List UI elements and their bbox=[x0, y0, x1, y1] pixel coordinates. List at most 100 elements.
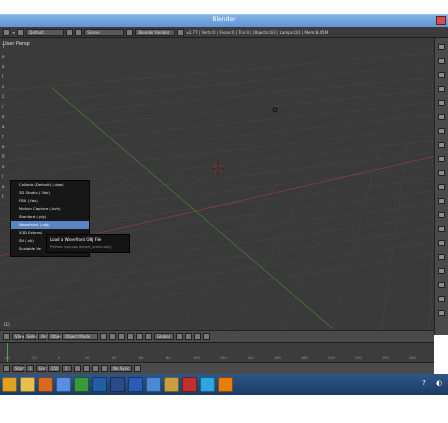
property-tab-icon[interactable] bbox=[438, 114, 445, 120]
layers-icon[interactable] bbox=[176, 333, 183, 340]
add-layout-icon[interactable] bbox=[66, 28, 74, 36]
snap-icon[interactable] bbox=[194, 333, 201, 340]
pdf-icon[interactable] bbox=[182, 377, 197, 392]
jump-end-icon[interactable] bbox=[101, 365, 108, 372]
record-icon[interactable] bbox=[134, 365, 141, 372]
property-tab-icon[interactable] bbox=[438, 72, 445, 78]
chrome-icon[interactable] bbox=[74, 377, 89, 392]
rotate-icon[interactable] bbox=[136, 333, 143, 340]
screen-layout-field[interactable]: Default bbox=[26, 28, 65, 36]
tooltip-title: Load a Wavefront OBJ File bbox=[50, 237, 102, 242]
timeline[interactable]: -40 -20 0 20 40 60 80 100 120 140 160 180 200 220 240 2… bbox=[0, 342, 434, 363]
help-icon[interactable]: ? bbox=[419, 377, 429, 389]
shading-icon[interactable] bbox=[100, 333, 107, 340]
start-frame-field[interactable]: 1 bbox=[26, 365, 34, 372]
tray-icon[interactable]: ◐ bbox=[434, 377, 444, 389]
blender-icon[interactable] bbox=[218, 377, 233, 392]
outlook-icon[interactable] bbox=[146, 377, 161, 392]
explorer-icon[interactable] bbox=[20, 377, 35, 392]
photoshop-icon[interactable] bbox=[110, 377, 125, 392]
tool-shelf-label[interactable]: R bbox=[2, 154, 12, 164]
lock-icon[interactable] bbox=[185, 333, 192, 340]
import-menu-item[interactable]: Motion Capture (.bvh) bbox=[11, 205, 89, 213]
property-tab-icon[interactable] bbox=[438, 142, 445, 148]
word-icon[interactable] bbox=[128, 377, 143, 392]
manipulator-icon[interactable] bbox=[118, 333, 125, 340]
firefox-icon[interactable] bbox=[38, 377, 53, 392]
play-icon[interactable] bbox=[92, 365, 99, 372]
select-menu[interactable]: Select bbox=[24, 333, 39, 340]
tool-shelf-label[interactable]: l bbox=[2, 74, 12, 84]
3d-cursor-icon[interactable] bbox=[211, 162, 225, 176]
render-engine-select[interactable]: Blender Render bbox=[135, 28, 176, 36]
import-menu-item[interactable]: FBX (.fbx) bbox=[11, 197, 89, 205]
property-tab-icon[interactable] bbox=[438, 170, 445, 176]
add-scene-icon[interactable] bbox=[126, 28, 134, 36]
timeline-tick-label: 60 bbox=[139, 356, 144, 360]
import-menu-item[interactable]: Stanford (.ply) bbox=[11, 213, 89, 221]
tool-shelf-label[interactable]: a bbox=[2, 124, 12, 134]
tool-shelf-label[interactable]: s bbox=[2, 84, 12, 94]
close-button[interactable] bbox=[436, 16, 446, 25]
tool-shelf-label[interactable]: e bbox=[2, 114, 12, 124]
property-tab-icon[interactable] bbox=[438, 310, 445, 316]
window-titlebar[interactable]: Blender bbox=[0, 14, 448, 27]
property-tab-icon[interactable] bbox=[438, 86, 445, 92]
tool-shelf-label[interactable]: r bbox=[2, 104, 12, 114]
jump-start-icon[interactable] bbox=[74, 365, 81, 372]
scale-icon[interactable] bbox=[145, 333, 152, 340]
property-tab-icon[interactable] bbox=[438, 226, 445, 232]
tool-shelf-label[interactable]: e bbox=[2, 144, 12, 154]
tool-shelf-label[interactable]: C bbox=[2, 94, 12, 104]
property-tab-icon[interactable] bbox=[438, 296, 445, 302]
add-menu[interactable]: Add bbox=[38, 333, 49, 340]
orientation-select[interactable]: Global bbox=[154, 333, 174, 340]
grid-line bbox=[0, 102, 434, 148]
current-frame-field[interactable]: 1 bbox=[62, 365, 72, 372]
grid-line bbox=[0, 52, 434, 91]
timeline-tick-label: 260 bbox=[409, 356, 416, 360]
property-tab-icon[interactable] bbox=[438, 282, 445, 288]
file-menu-label[interactable]: ≡ bbox=[12, 30, 15, 35]
render-icon[interactable] bbox=[203, 333, 210, 340]
property-tab-icon[interactable] bbox=[438, 58, 445, 64]
editor-type-icon[interactable] bbox=[3, 365, 10, 372]
property-tab-icon[interactable] bbox=[438, 128, 445, 134]
property-tab-icon[interactable] bbox=[438, 268, 445, 274]
tool-shelf-label[interactable]: t bbox=[2, 134, 12, 144]
property-tab-icon[interactable] bbox=[438, 184, 445, 190]
screen-layout-icon[interactable] bbox=[17, 28, 25, 36]
hp-icon[interactable] bbox=[92, 377, 107, 392]
paint-icon[interactable] bbox=[164, 377, 179, 392]
property-tab-icon[interactable] bbox=[438, 44, 445, 50]
start-button-icon[interactable] bbox=[2, 377, 17, 392]
media-player-icon[interactable] bbox=[56, 377, 71, 392]
editor-type-icon[interactable] bbox=[3, 28, 10, 36]
tool-shelf-label[interactable]: e bbox=[2, 164, 12, 174]
property-tab-icon[interactable] bbox=[438, 240, 445, 246]
scene-field[interactable]: Scene bbox=[84, 28, 125, 36]
editor-type-icon[interactable] bbox=[3, 333, 10, 340]
translate-icon[interactable] bbox=[127, 333, 134, 340]
tool-shelf-label[interactable]: T bbox=[2, 44, 12, 54]
tool-shelf-label[interactable]: o bbox=[2, 54, 12, 64]
skype-icon[interactable] bbox=[200, 377, 215, 392]
property-tab-icon[interactable] bbox=[438, 100, 445, 106]
mode-select[interactable]: Object Mode bbox=[62, 333, 98, 340]
end-frame-field[interactable]: 250 bbox=[48, 365, 60, 372]
object-menu[interactable]: Object bbox=[48, 333, 64, 340]
tool-shelf-label[interactable]: o bbox=[2, 64, 12, 74]
play-reverse-icon[interactable] bbox=[83, 365, 90, 372]
sync-select[interactable]: No Sync bbox=[110, 365, 132, 372]
import-menu-item[interactable]: Collada (Default) (.dae) bbox=[11, 181, 89, 189]
property-tab-icon[interactable] bbox=[438, 198, 445, 204]
scene-icon[interactable] bbox=[75, 28, 83, 36]
view-menu[interactable]: View bbox=[12, 333, 25, 340]
import-menu-item[interactable]: Wavefront (.obj) bbox=[11, 221, 89, 229]
object-origin-icon[interactable] bbox=[271, 106, 279, 114]
import-menu-item[interactable]: 3D Studio (.3ds) bbox=[11, 189, 89, 197]
property-tab-icon[interactable] bbox=[438, 212, 445, 218]
pivot-icon[interactable] bbox=[109, 333, 116, 340]
property-tab-icon[interactable] bbox=[438, 156, 445, 162]
property-tab-icon[interactable] bbox=[438, 254, 445, 260]
